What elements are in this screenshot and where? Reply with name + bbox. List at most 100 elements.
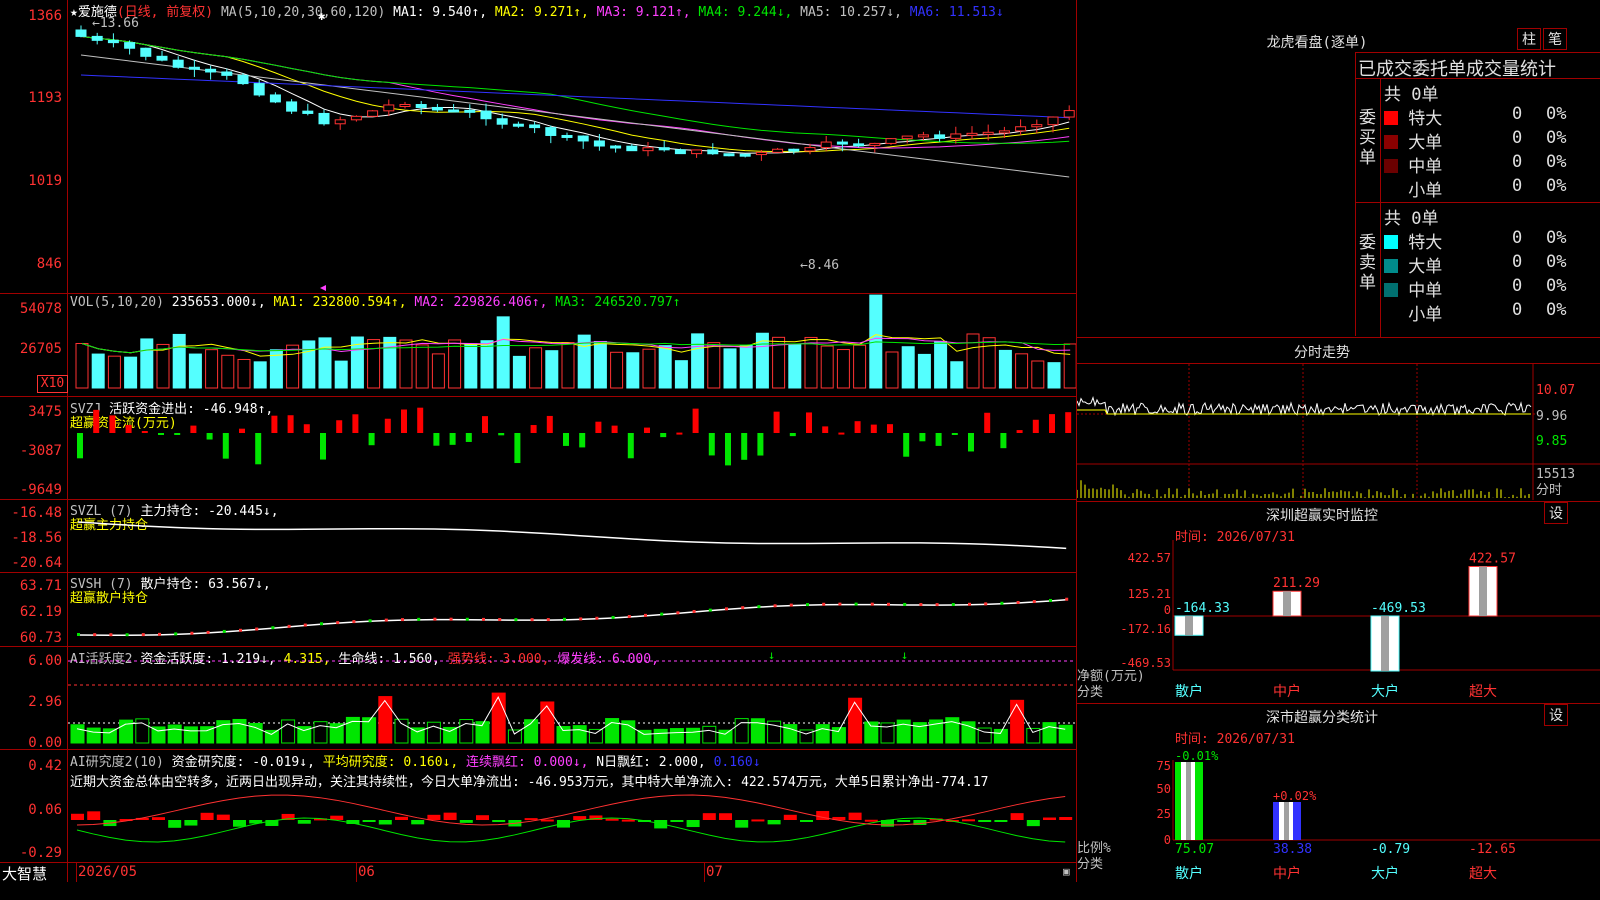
volume-bar[interactable] [431,353,445,389]
volume-bar[interactable] [626,352,640,389]
volume-bar[interactable] [950,361,964,389]
class-bar[interactable] [1175,762,1203,840]
activity-bar[interactable] [313,721,328,744]
candle-body[interactable] [383,104,395,112]
candle-body[interactable] [804,147,816,152]
candle-body[interactable] [253,83,265,96]
flow-bar[interactable] [968,433,974,452]
volume-bar[interactable] [917,353,931,389]
flow-bar[interactable] [174,433,181,435]
candle-body[interactable] [755,151,767,156]
activity-bar[interactable] [232,718,247,744]
candle-body[interactable] [658,147,670,151]
activity-bar[interactable] [572,725,587,744]
candle-body[interactable] [966,132,978,136]
flow-bar[interactable] [676,432,683,435]
sz-bar[interactable] [1370,615,1400,672]
research-bar[interactable] [443,812,457,820]
activity-bar[interactable] [896,719,911,744]
candle-body[interactable] [1063,110,1075,118]
activity-bar[interactable] [993,728,1008,744]
volume-bar[interactable] [253,361,267,389]
flow-bar[interactable] [93,409,100,433]
candle-body[interactable] [1031,124,1043,128]
volume-bar[interactable] [836,349,850,389]
activity-bar[interactable] [135,718,150,744]
flow-bar[interactable] [822,426,829,433]
research-bar[interactable] [1043,817,1056,820]
activity-bar[interactable] [556,726,571,744]
candle-body[interactable] [302,110,314,114]
volume-bar[interactable] [334,360,348,389]
research-bar[interactable] [962,819,975,822]
volume-bar[interactable] [448,339,462,389]
flow-bar[interactable] [984,412,991,433]
flow-bar[interactable] [854,421,861,433]
research-bar[interactable] [362,820,376,822]
sz-class-chart[interactable]: -0.01% +0.02% 75 50 25 0 比例% 分类 75.07 38.38 -0… [1077,742,1600,900]
svzl-chart[interactable] [68,500,1076,572]
flow-bar[interactable] [951,433,958,435]
flow-bar[interactable] [158,433,164,435]
flow-bar[interactable] [725,433,731,466]
svsh-chart[interactable] [68,573,1076,646]
volume-bar[interactable] [1031,360,1045,389]
activity-bar[interactable] [459,719,474,744]
flow-bar[interactable] [563,433,569,446]
activity-bar[interactable] [864,721,879,744]
candle-body[interactable] [448,109,460,113]
candle-body[interactable] [91,35,103,41]
volume-bar[interactable] [545,350,559,389]
research-bar[interactable] [87,811,101,820]
candle-body[interactable] [172,59,184,68]
candle-body[interactable] [820,141,832,149]
flow-bar[interactable] [433,433,440,446]
research-bar[interactable] [897,820,911,822]
activity-bar[interactable] [718,729,733,744]
research-bar[interactable] [297,820,311,824]
candle-body[interactable] [1047,116,1059,126]
research-bar[interactable] [719,813,732,820]
research-bar[interactable] [848,812,862,820]
volume-bar[interactable] [496,316,510,389]
volume-bar[interactable] [221,354,235,389]
candle-body[interactable] [286,101,298,112]
research-bar[interactable] [524,818,538,821]
candle-body[interactable] [998,130,1010,134]
candle-body[interactable] [107,39,119,44]
volume-bar[interactable] [674,360,688,389]
candle-body[interactable] [917,134,929,138]
flow-bar[interactable] [1032,419,1039,433]
flow-bar[interactable] [255,433,262,465]
volume-bar[interactable] [1047,362,1061,389]
candle-body[interactable] [350,115,362,121]
volume-bar[interactable] [723,348,737,389]
activity-bar[interactable] [507,729,522,744]
activity-bar[interactable] [1058,724,1073,744]
volume-bar[interactable] [658,345,672,389]
research-bar[interactable] [184,820,198,826]
flow-bar[interactable] [935,433,942,446]
activity-bar[interactable] [183,726,198,744]
volume-bar[interactable] [529,347,543,389]
flow-bar[interactable] [125,424,132,433]
flow-bar[interactable] [514,433,521,464]
research-bar[interactable] [1010,813,1024,820]
activity-bar[interactable] [702,725,717,744]
sz-bar[interactable] [1272,590,1302,617]
candle-body[interactable] [626,145,638,152]
volume-bar[interactable] [302,340,316,389]
research-bar[interactable] [994,820,1008,822]
volume-bar[interactable] [480,340,494,389]
flow-bar[interactable] [692,408,699,433]
flow-bar[interactable] [789,433,796,437]
volume-bar[interactable] [512,355,526,389]
activity-bar[interactable] [394,718,409,744]
volume-bar[interactable] [91,353,105,389]
flow-bar[interactable] [449,433,456,445]
volume-bar[interactable] [286,344,300,389]
flow-bar[interactable] [595,421,602,433]
research-bar[interactable] [783,814,797,820]
flow-bar[interactable] [465,433,472,442]
flow-bar[interactable] [806,412,812,433]
